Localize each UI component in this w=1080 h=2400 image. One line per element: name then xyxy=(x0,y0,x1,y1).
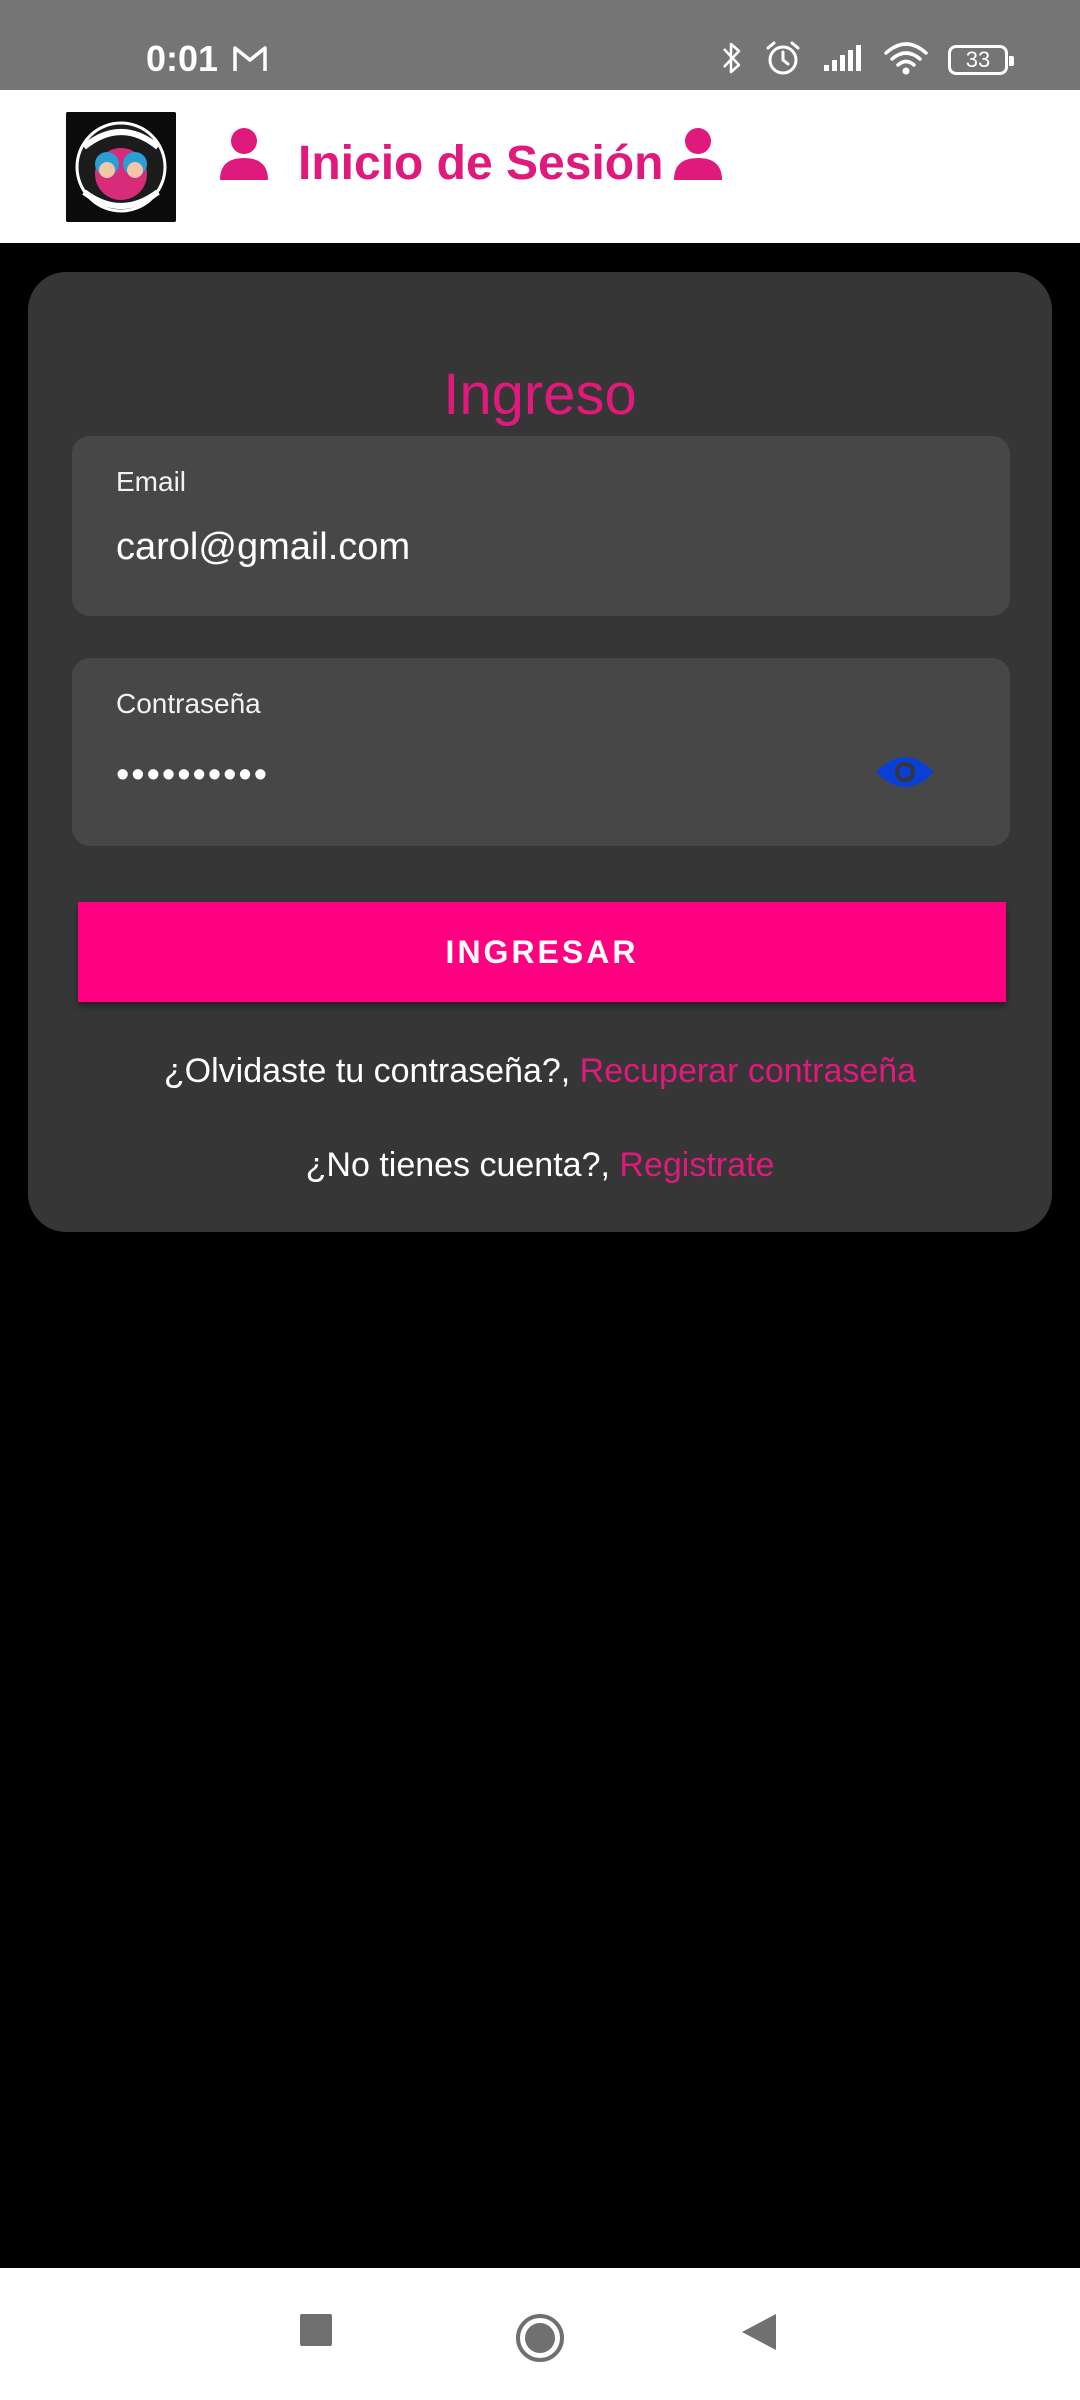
battery-level: 33 xyxy=(965,47,991,72)
person-icon xyxy=(218,126,270,187)
navigation-bar xyxy=(0,2268,1080,2400)
login-button[interactable]: INGRESAR xyxy=(78,902,1006,1002)
password-field[interactable]: Contraseña •••••••••• xyxy=(72,658,1010,846)
register-prompt: ¿No tienes cuenta?, xyxy=(305,1146,620,1184)
email-label: Email xyxy=(116,466,187,497)
app-bar: Inicio de Sesión xyxy=(0,90,1080,243)
alarm-icon xyxy=(764,39,802,82)
gmail-icon xyxy=(232,44,268,79)
signal-icon xyxy=(822,43,864,78)
home-circle-icon[interactable] xyxy=(514,2312,566,2369)
app-logo xyxy=(66,112,176,222)
status-bar: 0:01 33 xyxy=(0,0,1080,90)
password-input[interactable]: •••••••••• xyxy=(116,754,269,797)
forgot-password-row: ¿Olvidaste tu contraseña?, Recuperar con… xyxy=(28,1052,1052,1091)
password-label: Contraseña xyxy=(116,688,261,719)
email-input[interactable]: carol@gmail.com xyxy=(116,526,410,569)
wifi-icon xyxy=(884,41,928,80)
status-icons: 33 xyxy=(720,39,1014,82)
battery-icon: 33 xyxy=(948,45,1014,75)
email-field[interactable]: Email carol@gmail.com xyxy=(72,436,1010,616)
page-title: Inicio de Sesión xyxy=(298,137,664,190)
recover-password-link[interactable]: Recuperar contraseña xyxy=(580,1052,916,1090)
status-time: 0:01 xyxy=(146,38,219,79)
person-icon xyxy=(672,126,724,187)
recents-square-icon[interactable] xyxy=(298,2312,334,2353)
login-heading: Ingreso xyxy=(443,362,637,427)
forgot-password-prompt: ¿Olvidaste tu contraseña?, xyxy=(163,1052,580,1090)
eye-icon[interactable] xyxy=(874,752,936,797)
back-triangle-icon[interactable] xyxy=(740,2312,780,2357)
bluetooth-icon xyxy=(720,39,744,82)
register-link[interactable]: Registrate xyxy=(619,1146,774,1184)
register-row: ¿No tienes cuenta?, Registrate xyxy=(28,1146,1052,1185)
login-card: Ingreso Email carol@gmail.com Contraseña… xyxy=(28,272,1052,1232)
